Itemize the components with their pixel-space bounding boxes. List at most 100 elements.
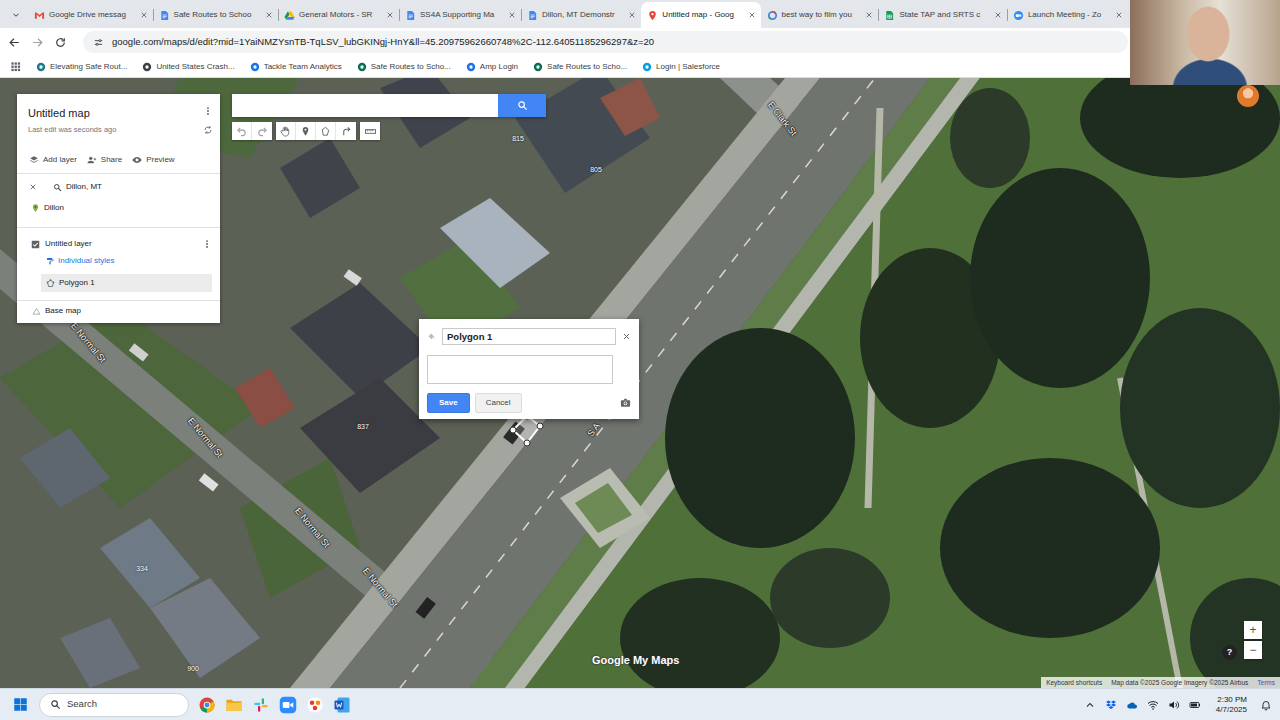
bookmark-label[interactable]: Elevating Safe Rout... bbox=[50, 61, 127, 73]
close-icon[interactable] bbox=[622, 332, 631, 341]
browser-tab[interactable]: best way to film you bbox=[761, 2, 879, 28]
windows-start-icon[interactable] bbox=[13, 697, 28, 712]
tab-search-button[interactable] bbox=[4, 2, 28, 28]
close-icon[interactable] bbox=[748, 11, 756, 19]
bookmark[interactable]: Safe Routes to Scho... bbox=[533, 61, 627, 73]
ruler-icon[interactable] bbox=[365, 126, 376, 137]
apps-icon[interactable] bbox=[10, 61, 21, 72]
hand-icon[interactable] bbox=[280, 126, 291, 137]
more-options-icon[interactable] bbox=[203, 106, 213, 116]
tab-label[interactable]: Launch Meeting - Zo bbox=[1028, 9, 1101, 21]
slack-icon[interactable] bbox=[252, 696, 270, 714]
volume-icon[interactable] bbox=[1168, 699, 1180, 711]
forward-icon[interactable] bbox=[31, 36, 44, 49]
directions-icon[interactable] bbox=[341, 126, 352, 137]
search-icon[interactable] bbox=[517, 100, 528, 111]
dropbox-icon[interactable] bbox=[1105, 699, 1117, 711]
layer-style-row[interactable]: Individual styles bbox=[31, 252, 212, 269]
tool-button[interactable] bbox=[276, 122, 296, 140]
cancel-button[interactable]: Cancel bbox=[475, 393, 522, 413]
action-label[interactable]: Share bbox=[101, 154, 122, 166]
browser-tab[interactable]: General Motors - SR bbox=[278, 2, 399, 28]
close-icon[interactable] bbox=[628, 11, 636, 19]
notification-bell-icon[interactable] bbox=[1260, 699, 1272, 711]
bookmark-label[interactable]: Amp Login bbox=[480, 61, 518, 73]
browser-tab[interactable]: SS4A Supporting Ma bbox=[399, 2, 521, 28]
battery-icon[interactable] bbox=[1189, 699, 1201, 711]
camera-icon[interactable] bbox=[620, 397, 631, 408]
tool-button[interactable] bbox=[232, 122, 252, 140]
base-map-label[interactable]: Base map bbox=[45, 305, 81, 317]
share-icon[interactable] bbox=[87, 155, 97, 165]
close-icon[interactable] bbox=[865, 11, 873, 19]
account-avatar[interactable] bbox=[1237, 85, 1259, 107]
bookmark-label[interactable]: United States Crash... bbox=[156, 61, 234, 73]
tab-label[interactable]: Safe Routes to Schoo bbox=[174, 9, 252, 21]
tab-label[interactable]: SS4A Supporting Ma bbox=[420, 9, 494, 21]
bookmark-label[interactable]: Safe Routes to Scho... bbox=[371, 61, 451, 73]
feature-name[interactable]: Polygon 1 bbox=[59, 277, 95, 289]
tool-button[interactable] bbox=[296, 122, 316, 140]
paint-roller-icon[interactable] bbox=[46, 257, 54, 265]
tab-label[interactable]: General Motors - SR bbox=[299, 9, 372, 21]
bookmark[interactable]: Login | Salesforce bbox=[642, 61, 720, 73]
marker-icon[interactable] bbox=[300, 126, 311, 137]
wifi-icon[interactable] bbox=[1147, 699, 1159, 711]
bookmark[interactable]: Tackle Team Analytics bbox=[250, 61, 342, 73]
close-icon[interactable] bbox=[29, 183, 37, 191]
undo-icon[interactable] bbox=[236, 126, 247, 137]
browser-tab[interactable]: State TAP and SRTS c bbox=[878, 2, 1006, 28]
action-button[interactable]: Preview bbox=[132, 154, 174, 166]
url-text[interactable]: google.com/maps/d/edit?mid=1YaiNMZYsnTB-… bbox=[112, 35, 654, 49]
browser-tab[interactable]: Dillon, MT Demonstr bbox=[521, 2, 641, 28]
description-field[interactable] bbox=[427, 355, 613, 384]
help-button[interactable]: ? bbox=[1222, 645, 1237, 660]
zoom-button[interactable]: + bbox=[1244, 621, 1262, 639]
tab-label[interactable]: best way to film you bbox=[782, 9, 852, 21]
tab-label[interactable]: Google Drive messag bbox=[49, 9, 126, 21]
taskbar-search[interactable]: Search bbox=[39, 693, 189, 717]
browser-tab[interactable]: Google Drive messag bbox=[28, 2, 153, 28]
map-search-button[interactable] bbox=[498, 94, 546, 117]
search-query[interactable]: Dillon, MT bbox=[66, 181, 102, 193]
title-field[interactable] bbox=[442, 328, 616, 345]
action-label[interactable]: Preview bbox=[146, 154, 174, 166]
base-map-row[interactable]: Base map bbox=[17, 301, 220, 323]
bookmark-label[interactable]: Tackle Team Analytics bbox=[264, 61, 342, 73]
zoom-icon[interactable] bbox=[279, 696, 297, 714]
map-view[interactable]: E Clark StE Normal StE Normal StE Normal… bbox=[0, 78, 1280, 688]
attribution-item[interactable]: Keyboard shortcuts bbox=[1046, 678, 1102, 688]
bookmark[interactable]: United States Crash... bbox=[142, 61, 234, 73]
browser-tab[interactable]: Launch Meeting - Zo bbox=[1007, 2, 1128, 28]
close-icon[interactable] bbox=[140, 11, 148, 19]
browser-tab[interactable]: Untitled map - Goog bbox=[641, 2, 760, 28]
clock-date[interactable]: 4/7/2025 bbox=[1216, 705, 1247, 715]
tool-button[interactable] bbox=[360, 122, 380, 140]
action-button[interactable]: Add layer bbox=[29, 154, 77, 166]
file-explorer-icon[interactable] bbox=[225, 696, 243, 714]
tab-label[interactable]: Dillon, MT Demonstr bbox=[542, 9, 615, 21]
close-icon[interactable] bbox=[265, 11, 273, 19]
tool-button[interactable] bbox=[252, 122, 272, 140]
bookmark[interactable]: Safe Routes to Scho... bbox=[357, 61, 451, 73]
tool-button[interactable] bbox=[316, 122, 336, 140]
redo-icon[interactable] bbox=[257, 126, 268, 137]
place-name[interactable]: Dillon bbox=[44, 202, 64, 214]
layer-name[interactable]: Untitled layer bbox=[45, 238, 92, 250]
back-icon[interactable] bbox=[8, 36, 21, 49]
bookmark[interactable]: Elevating Safe Rout... bbox=[36, 61, 127, 73]
search-label[interactable]: Search bbox=[67, 697, 97, 711]
chrome-icon[interactable] bbox=[198, 696, 216, 714]
base-map-icon[interactable] bbox=[32, 307, 41, 316]
onedrive-icon[interactable] bbox=[1126, 699, 1138, 711]
attribution-item[interactable]: Terms bbox=[1257, 678, 1275, 688]
search-icon[interactable] bbox=[50, 699, 61, 710]
clock-time[interactable]: 2:30 PM bbox=[1217, 695, 1247, 705]
show-hidden-icon[interactable] bbox=[1084, 699, 1096, 711]
map-title[interactable]: Untitled map bbox=[28, 106, 212, 120]
address-field[interactable]: google.com/maps/d/edit?mid=1YaiNMZYsnTB-… bbox=[83, 31, 1128, 53]
tool-button[interactable] bbox=[336, 122, 356, 140]
bookmark-label[interactable]: Login | Salesforce bbox=[656, 61, 720, 73]
site-info-icon[interactable] bbox=[93, 37, 104, 48]
feature-row[interactable]: Polygon 1 bbox=[41, 274, 212, 292]
